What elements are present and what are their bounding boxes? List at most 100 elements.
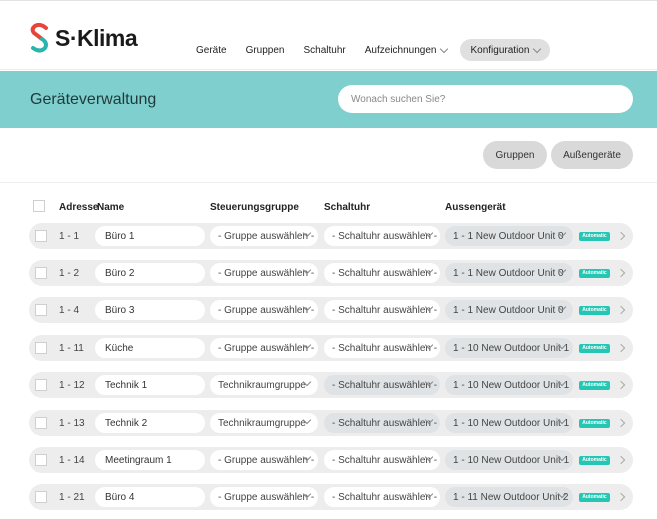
steuerungsgruppe-select[interactable]: - Gruppe auswählen -: [210, 226, 318, 246]
aussengeraet-select[interactable]: 1 - 1 New Outdoor Unit 0: [445, 300, 573, 320]
aussengeraet-select[interactable]: 1 - 10 New Outdoor Unit 1: [445, 338, 573, 358]
chevron-right-icon[interactable]: [616, 418, 626, 428]
row-checkbox[interactable]: [35, 417, 47, 429]
table-row[interactable]: 1 - 21 Büro 4 - Gruppe auswählen - - Schalt…: [29, 484, 633, 510]
chevron-right-icon[interactable]: [616, 492, 626, 502]
aussengeraet-select[interactable]: 1 - 10 New Outdoor Unit 1: [445, 450, 573, 470]
schaltuhr-select[interactable]: - Schaltuhr auswählen -: [324, 487, 440, 507]
row-checkbox[interactable]: [35, 267, 47, 279]
automatic-badge: Automatic: [579, 344, 610, 353]
select-value: - Schaltuhr auswählen -: [332, 305, 438, 316]
schaltuhr-select[interactable]: - Schaltuhr auswählen -: [324, 338, 440, 358]
row-name-field[interactable]: Technik 1: [95, 375, 205, 395]
row-name-field[interactable]: Büro 2: [95, 263, 205, 283]
chevron-right-icon[interactable]: [616, 231, 626, 241]
aussengeraet-select[interactable]: 1 - 10 New Outdoor Unit 1: [445, 375, 573, 395]
select-value: 1 - 11 New Outdoor Unit 2: [453, 492, 569, 503]
nav-item-gruppen[interactable]: Gruppen: [246, 39, 285, 61]
select-all-checkbox[interactable]: [33, 200, 45, 212]
row-adresse: 1 - 11: [59, 343, 84, 354]
table-row[interactable]: 1 - 12 Technik 1 Technikraumgruppe - Schalt…: [29, 372, 633, 398]
steuerungsgruppe-select[interactable]: - Gruppe auswählen -: [210, 450, 318, 470]
row-name-field[interactable]: Meetingraum 1: [95, 450, 205, 470]
aussengeraet-select[interactable]: 1 - 10 New Outdoor Unit 1: [445, 413, 573, 433]
select-value: - Gruppe auswählen -: [218, 343, 315, 354]
chevron-down-icon: [440, 44, 449, 53]
header-adresse: Adresse: [59, 202, 99, 213]
nav-label: Schaltuhr: [303, 44, 346, 56]
select-value: - Schaltuhr auswählen -: [332, 492, 438, 503]
row-name-field[interactable]: Büro 3: [95, 300, 205, 320]
row-checkbox[interactable]: [35, 230, 47, 242]
row-checkbox[interactable]: [35, 491, 47, 503]
aussengeraet-select[interactable]: 1 - 1 New Outdoor Unit 0: [445, 226, 573, 246]
select-value: Technikraumgruppe: [218, 418, 306, 429]
page-title: Geräteverwaltung: [30, 91, 157, 108]
steuerungsgruppe-select[interactable]: - Gruppe auswählen -: [210, 487, 318, 507]
automatic-badge: Automatic: [579, 381, 610, 390]
chevron-right-icon[interactable]: [616, 343, 626, 353]
nav-item-aufzeichnungen[interactable]: Aufzeichnungen: [364, 39, 449, 61]
select-value: - Gruppe auswählen -: [218, 231, 315, 242]
select-value: - Schaltuhr auswählen -: [332, 455, 438, 466]
select-value: Technikraumgruppe: [218, 380, 306, 391]
steuerungsgruppe-select[interactable]: - Gruppe auswählen -: [210, 300, 318, 320]
steuerungsgruppe-select[interactable]: - Gruppe auswählen -: [210, 338, 318, 358]
search-input[interactable]: [338, 85, 633, 113]
automatic-badge: Automatic: [579, 419, 610, 428]
automatic-badge: Automatic: [579, 269, 610, 278]
select-value: 1 - 10 New Outdoor Unit 1: [453, 418, 570, 429]
row-checkbox[interactable]: [35, 454, 47, 466]
table-row[interactable]: 1 - 14 Meetingraum 1 - Gruppe auswählen - -…: [29, 447, 633, 473]
gruppen-button[interactable]: Gruppen: [483, 141, 547, 169]
nav-label: Aufzeichnungen: [364, 44, 437, 56]
row-name-field[interactable]: Büro 4: [95, 487, 205, 507]
chevron-right-icon[interactable]: [616, 455, 626, 465]
schaltuhr-select[interactable]: - Schaltuhr auswählen -: [324, 226, 440, 246]
select-value: - Gruppe auswählen -: [218, 455, 315, 466]
select-value: - Gruppe auswählen -: [218, 492, 315, 503]
row-name-field[interactable]: Technik 2: [95, 413, 205, 433]
nav-item-geraete[interactable]: Geräte: [196, 39, 227, 61]
steuerungsgruppe-select[interactable]: - Gruppe auswählen -: [210, 263, 318, 283]
schaltuhr-select[interactable]: - Schaltuhr auswählen -: [324, 300, 440, 320]
row-name-field[interactable]: Büro 1: [95, 226, 205, 246]
header-schaltuhr: Schaltuhr: [324, 202, 371, 213]
chevron-right-icon[interactable]: [616, 268, 626, 278]
steuerungsgruppe-select[interactable]: Technikraumgruppe: [210, 413, 318, 433]
schaltuhr-select[interactable]: - Schaltuhr auswählen -: [324, 413, 440, 433]
select-value: 1 - 1 New Outdoor Unit 0: [453, 231, 564, 242]
row-checkbox[interactable]: [35, 304, 47, 316]
table-row[interactable]: 1 - 2 Büro 2 - Gruppe auswählen - - Schaltu…: [29, 260, 633, 286]
nav-label: Konfiguration: [470, 44, 530, 56]
aussengeraet-select[interactable]: 1 - 1 New Outdoor Unit 0: [445, 263, 573, 283]
nav-item-konfiguration[interactable]: Konfiguration: [460, 39, 551, 61]
row-checkbox[interactable]: [35, 342, 47, 354]
schaltuhr-select[interactable]: - Schaltuhr auswählen -: [324, 450, 440, 470]
automatic-badge: Automatic: [579, 493, 610, 502]
table-row[interactable]: 1 - 11 Küche - Gruppe auswählen - - Schaltu…: [29, 335, 633, 361]
nav-item-schaltuhr[interactable]: Schaltuhr: [304, 39, 346, 61]
select-value: 1 - 1 New Outdoor Unit 0: [453, 268, 564, 279]
header-steuerungsgruppe: Steuerungsgruppe: [210, 202, 299, 213]
main-nav: Geräte Gruppen Schaltuhr Aufzeichnungen …: [196, 39, 569, 61]
table-row[interactable]: 1 - 4 Büro 3 - Gruppe auswählen - - Schaltu…: [29, 297, 633, 323]
schaltuhr-select[interactable]: - Schaltuhr auswählen -: [324, 263, 440, 283]
chevron-right-icon[interactable]: [616, 305, 626, 315]
nav-label: Geräte: [196, 44, 227, 56]
aussengeraet-select[interactable]: 1 - 11 New Outdoor Unit 2: [445, 487, 573, 507]
table-row[interactable]: 1 - 1 Büro 1 - Gruppe auswählen - - Schaltu…: [29, 223, 633, 249]
select-value: 1 - 10 New Outdoor Unit 1: [453, 343, 570, 354]
select-value: - Schaltuhr auswählen -: [332, 268, 438, 279]
select-value: - Gruppe auswählen -: [218, 268, 315, 279]
row-name-field[interactable]: Küche: [95, 338, 205, 358]
header-aussengeraet: Aussengerät: [445, 202, 506, 213]
table-row[interactable]: 1 - 13 Technik 2 Technikraumgruppe - Schalt…: [29, 410, 633, 436]
chevron-right-icon[interactable]: [616, 380, 626, 390]
brand-logo[interactable]: S·Klima: [29, 23, 138, 53]
automatic-badge: Automatic: [579, 306, 610, 315]
aussengeraete-button[interactable]: Außengeräte: [551, 141, 633, 169]
steuerungsgruppe-select[interactable]: Technikraumgruppe: [210, 375, 318, 395]
schaltuhr-select[interactable]: - Schaltuhr auswählen -: [324, 375, 440, 395]
row-checkbox[interactable]: [35, 379, 47, 391]
